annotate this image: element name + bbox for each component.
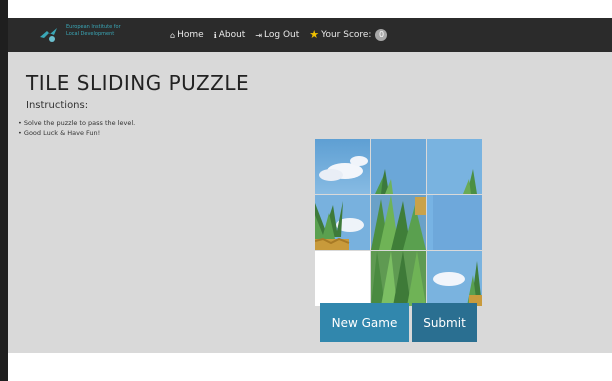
info-icon: ℹ (213, 30, 217, 40)
page-title: TILE SLIDING PUZZLE (26, 71, 250, 95)
instructions-list: Solve the puzzle to pass the level. Good… (18, 118, 135, 138)
page-footer (8, 353, 612, 381)
score-label: Your Score: (321, 30, 372, 40)
nav-about-label: About (218, 30, 246, 40)
brand[interactable]: European Institute for Local Development (38, 23, 158, 47)
logout-icon: ⇥ (255, 30, 263, 40)
instruction-item: Good Luck & Have Fun! (18, 128, 135, 138)
browser-viewport: European Institute for Local Development… (8, 0, 612, 381)
nav-logout-label: Log Out (264, 30, 300, 40)
puzzle-tile[interactable] (371, 139, 426, 194)
puzzle-board (315, 139, 483, 307)
puzzle-tile[interactable] (371, 251, 426, 306)
nav-home[interactable]: ⌂ Home (170, 30, 204, 40)
nav-menu: ⌂ Home ℹ About ⇥ Log Out ★ Your Score: 0 (170, 18, 388, 52)
puzzle-tile[interactable] (371, 195, 426, 250)
puzzle-empty-tile (315, 251, 370, 306)
nav-logout[interactable]: ⇥ Log Out (255, 30, 299, 40)
puzzle-tile[interactable] (427, 251, 482, 306)
nav-about[interactable]: ℹ About (214, 30, 246, 40)
puzzle-tile[interactable] (315, 139, 370, 194)
puzzle-tile[interactable] (427, 139, 482, 194)
navbar: European Institute for Local Development… (8, 18, 612, 52)
score-display: ★ Your Score: 0 (309, 28, 388, 41)
new-game-button[interactable]: New Game (320, 303, 409, 342)
main-content: TILE SLIDING PUZZLE Instructions: Solve … (8, 52, 612, 353)
star-icon: ★ (309, 28, 320, 41)
submit-button[interactable]: Submit (412, 303, 477, 342)
score-badge: 0 (375, 29, 388, 41)
instruction-item: Solve the puzzle to pass the level. (18, 118, 135, 128)
brand-text: European Institute for Local Development (66, 24, 121, 37)
instructions-heading: Instructions: (26, 100, 89, 111)
puzzle-tile[interactable] (427, 195, 482, 250)
puzzle-tile[interactable] (315, 195, 370, 250)
bird-logo-icon (40, 28, 57, 42)
home-icon: ⌂ (170, 30, 176, 40)
nav-home-label: Home (177, 30, 204, 40)
